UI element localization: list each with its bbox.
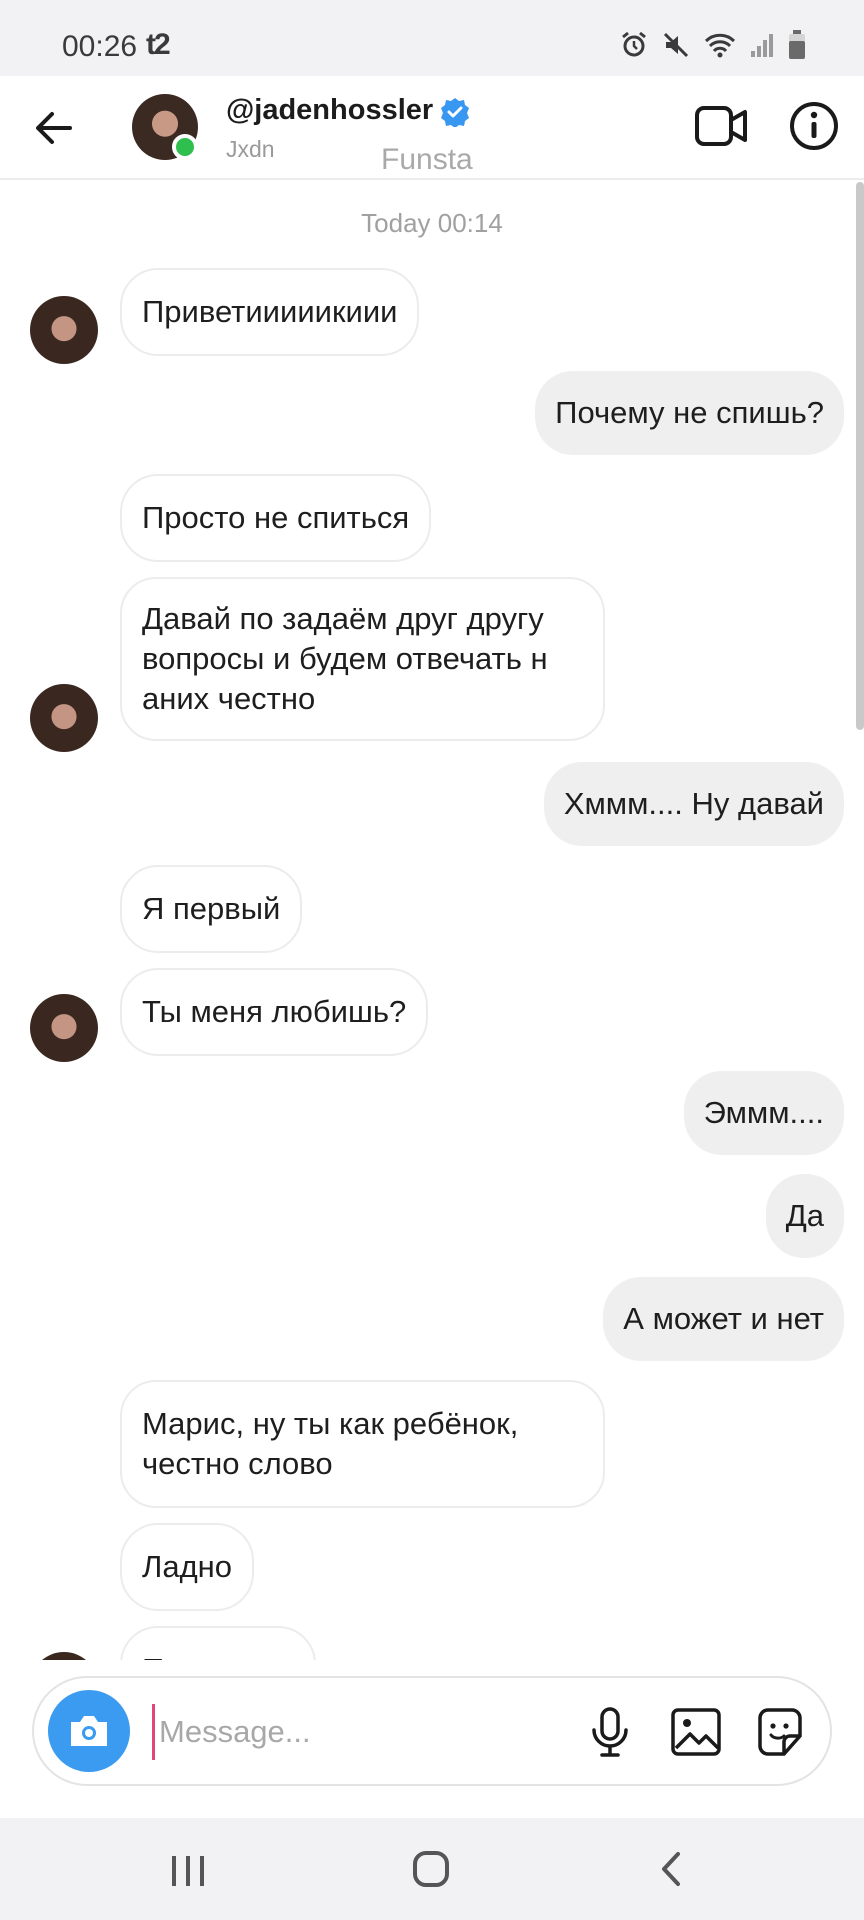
status-carrier: t2 [146, 28, 171, 61]
system-back-button[interactable] [654, 1848, 686, 1890]
message-bubble-outgoing[interactable]: Почему не спишь? [535, 371, 844, 455]
scrollbar[interactable] [856, 182, 864, 730]
sticker-icon [758, 1708, 802, 1756]
sender-avatar[interactable] [30, 684, 98, 752]
chevron-left-icon [662, 1852, 680, 1886]
image-icon [671, 1708, 721, 1756]
thread-timestamp: Today 00:14 [361, 208, 503, 238]
home-button[interactable] [410, 1848, 452, 1890]
recent-apps-icon [172, 1856, 204, 1886]
camera-button[interactable] [48, 1690, 130, 1772]
alarm-icon [622, 31, 646, 57]
message-bubble-incoming[interactable]: Ты меня любишь? [120, 968, 429, 1056]
arrow-left-icon [36, 112, 72, 144]
microphone-icon [592, 1707, 628, 1757]
online-status-dot [172, 134, 198, 160]
contact-subname: Jxdn [226, 136, 275, 162]
back-button[interactable] [26, 100, 82, 156]
message-input[interactable] [152, 1704, 452, 1760]
message-composer [32, 1676, 832, 1786]
wifi-icon [704, 33, 736, 58]
sender-avatar[interactable] [30, 296, 98, 364]
camera-icon [71, 1716, 107, 1746]
video-camera-icon [695, 106, 747, 146]
message-bubble-incoming[interactable]: Марис, ну ты как ребёнок, честно слово [120, 1380, 605, 1508]
message-bubble-incoming[interactable]: Ладно [120, 1523, 255, 1611]
battery-icon [789, 30, 805, 59]
video-call-button[interactable] [694, 100, 750, 152]
chat-header: @jadenhossler Jxdn Funsta [0, 76, 864, 180]
message-thread[interactable]: Today 00:14 Приветииииикиии Почему не сп… [0, 182, 864, 1660]
sender-avatar[interactable] [30, 1652, 98, 1660]
voice-message-button[interactable] [582, 1704, 638, 1760]
message-bubble-incoming[interactable]: Я первый [120, 865, 303, 953]
message-bubble-outgoing[interactable]: А может и нет [603, 1277, 844, 1361]
message-bubble-incoming[interactable]: П [120, 1626, 316, 1660]
info-button[interactable] [786, 98, 842, 154]
gallery-button[interactable] [668, 1704, 724, 1760]
recent-apps-button[interactable] [168, 1850, 208, 1890]
signal-icon [751, 34, 773, 57]
message-bubble-incoming[interactable]: Давай по задаём друг другу вопросы и буд… [120, 577, 605, 741]
message-bubble-incoming[interactable]: Приветииииикиии [120, 268, 420, 356]
status-bar: 00:26 t2 [0, 0, 864, 76]
home-icon [413, 1851, 449, 1887]
message-bubble-incoming[interactable]: Просто не спиться [120, 474, 432, 562]
status-time: 00:26 [62, 30, 138, 63]
sender-avatar[interactable] [30, 994, 98, 1062]
sticker-button[interactable] [752, 1704, 808, 1760]
overlay-watermark-text: Funsta [381, 143, 473, 176]
message-bubble-outgoing[interactable]: Эммм.... [683, 1071, 844, 1155]
message-bubble-outgoing[interactable]: Хммм.... Ну давай [543, 762, 844, 846]
verified-badge-icon [441, 98, 469, 127]
status-icons [620, 30, 806, 60]
info-icon [790, 102, 838, 150]
message-bubble-outgoing[interactable]: Да [765, 1174, 844, 1258]
mute-icon [663, 32, 689, 58]
contact-username[interactable]: @jadenhossler [226, 94, 433, 127]
system-nav-bar [0, 1818, 864, 1920]
